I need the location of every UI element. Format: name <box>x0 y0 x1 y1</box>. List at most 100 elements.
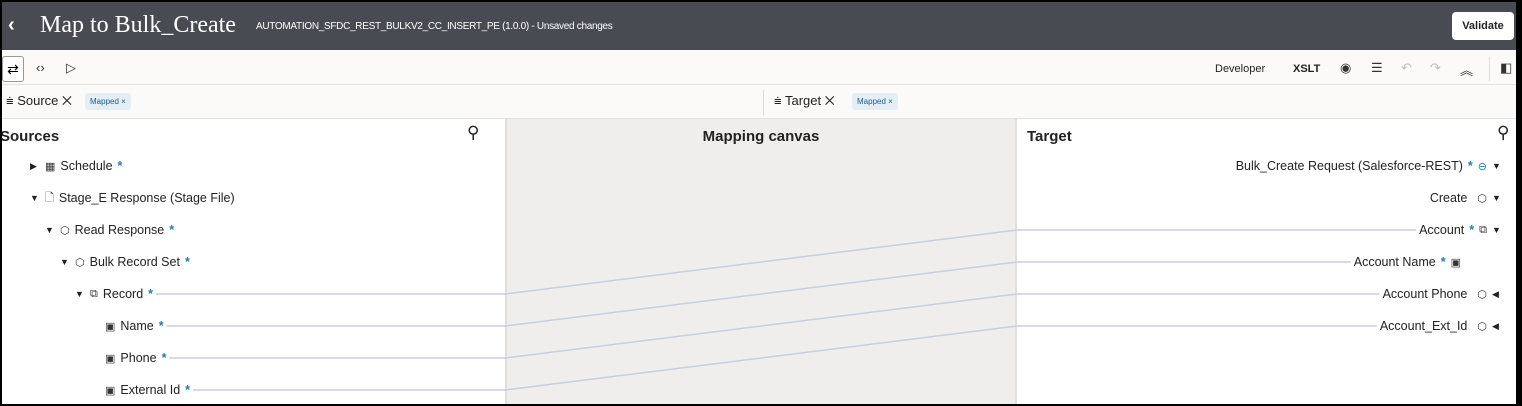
node-label: Account <box>1419 223 1465 237</box>
mapper-window: ‹ Map to Bulk_Create AUTOMATION_SFDC_RES… <box>2 2 1516 404</box>
required-marker: * <box>1469 223 1475 237</box>
node-label: Record <box>102 287 144 301</box>
chip-close-icon[interactable]: × <box>888 97 893 106</box>
panel-toggle-icon[interactable]: ◧ <box>1500 60 1512 76</box>
filter-icon: ⩧ <box>6 93 14 108</box>
node-label: Account Phone <box>1382 287 1468 301</box>
node-type-icon: 🗋 <box>45 191 54 204</box>
filter-divider <box>763 90 764 116</box>
node-type-icon: ⬡ <box>60 224 70 237</box>
view-icon[interactable]: ◉ <box>1340 60 1351 76</box>
node-label: Phone <box>120 351 157 365</box>
node-type-icon: ▣ <box>1450 256 1461 269</box>
node-label: Create <box>1429 191 1468 205</box>
expand-toggle-icon[interactable]: ▶ <box>30 161 40 172</box>
xslt-button[interactable]: XSLT <box>1293 63 1320 75</box>
node-type-icon: ▣ <box>105 384 116 397</box>
close-icon[interactable]: ✕ <box>825 93 835 108</box>
node-type-icon: ▣ <box>105 320 116 333</box>
source-tree-node[interactable]: ▼ 🗋 Stage_E Response (Stage File) <box>30 189 240 207</box>
canvas-title: Mapping canvas <box>702 128 820 145</box>
redo-icon[interactable]: ↷ <box>1430 60 1441 76</box>
source-tree-node[interactable]: ▶ ▦ Schedule * <box>30 157 122 175</box>
node-type-icon: ⬡ <box>1477 320 1487 333</box>
chip-close-icon[interactable]: × <box>121 97 126 106</box>
expand-toggle-icon[interactable]: ▼ <box>30 193 40 203</box>
mapping-canvas: Mapping canvas <box>505 119 1017 404</box>
target-filter[interactable]: ⩧ Target ✕ <box>774 93 835 109</box>
header-bar: ‹ Map to Bulk_Create AUTOMATION_SFDC_RES… <box>2 2 1516 50</box>
source-tree-node[interactable]: ▼ ⧉ Record * <box>75 285 153 303</box>
code-view-icon[interactable]: ‹› <box>36 60 45 75</box>
node-type-icon: ▦ <box>45 160 56 173</box>
undo-icon[interactable]: ↶ <box>1401 60 1412 76</box>
node-label: Account_Ext_Id <box>1379 319 1468 333</box>
chip-label: Mapped <box>857 97 886 106</box>
node-type-icon: ⬡ <box>1477 288 1487 301</box>
source-tree-node[interactable]: ▼ ⬡ Read Response * <box>45 221 174 239</box>
validate-button[interactable]: Validate <box>1452 12 1514 40</box>
sources-panel: Sources ⚲ ▶ ▦ Schedule * ▼ 🗋 Stage_E Response … <box>2 119 505 404</box>
chip-label: Mapped <box>90 97 119 106</box>
developer-button[interactable]: Developer <box>1215 63 1265 75</box>
node-label: Account Name <box>1353 255 1436 269</box>
close-icon[interactable]: ✕ <box>62 93 72 108</box>
required-marker: * <box>1467 159 1473 173</box>
source-tree-node[interactable]: ▼ ⬡ Bulk Record Set * <box>60 253 190 271</box>
target-tree-node[interactable]: Account_Ext_Id ⬡ ◀ <box>1380 317 1502 335</box>
node-label: Bulk Record Set <box>89 255 180 269</box>
collapse-icon[interactable]: ︽ <box>1460 60 1473 79</box>
source-tree-node[interactable]: ▣ External Id * <box>90 381 190 399</box>
source-tree-node[interactable]: ▣ Name * <box>90 317 164 335</box>
node-type-icon: ⬡ <box>1477 192 1487 205</box>
node-type-icon: ▣ <box>105 352 116 365</box>
filter-bar: ⩧ Source ✕ Mapped × ⩧ Target ✕ Mapped × <box>2 86 1516 119</box>
node-type-icon: ⧉ <box>1479 223 1487 236</box>
expand-toggle-icon[interactable]: ▼ <box>1492 225 1502 235</box>
expand-toggle-icon[interactable]: ◀ <box>1492 289 1502 300</box>
page-title: Map to Bulk_Create <box>40 12 236 38</box>
filter-icon: ⩧ <box>774 93 782 108</box>
integration-subtitle: AUTOMATION_SFDC_REST_BULKV2_CC_INSERT_PE… <box>256 21 613 32</box>
node-label: External Id <box>120 383 181 397</box>
target-tree-node[interactable]: Create ⬡ ▼ <box>1430 189 1502 207</box>
required-marker: * <box>1440 255 1446 269</box>
required-marker: * <box>169 223 175 237</box>
source-mapped-chip[interactable]: Mapped × <box>85 93 131 110</box>
target-tree-node[interactable]: Bulk_Create Request (Salesforce-REST) * ⊖ ▼ <box>1236 157 1502 175</box>
target-tree-node[interactable]: Account Phone ⬡ ◀ <box>1383 285 1502 303</box>
sources-title: Sources <box>2 128 60 145</box>
required-marker: * <box>117 159 123 173</box>
expand-toggle-icon[interactable]: ▼ <box>1492 193 1502 203</box>
target-title: Target <box>1027 128 1072 145</box>
node-label: Read Response <box>74 223 165 237</box>
target-panel: Target ⚲ Bulk_Create Request (Salesforce… <box>1017 119 1516 404</box>
source-tree-node[interactable]: ▣ Phone * <box>90 349 166 367</box>
node-type-icon: ⊖ <box>1477 160 1487 173</box>
node-label: Name <box>120 319 154 333</box>
search-icon[interactable]: ⚲ <box>1497 123 1509 143</box>
node-label: Stage_E Response (Stage File) <box>58 191 235 205</box>
source-filter-label: Source <box>17 93 59 108</box>
toolbar-divider <box>1489 57 1490 81</box>
required-marker: * <box>184 255 190 269</box>
search-icon[interactable]: ⚲ <box>467 123 479 143</box>
required-marker: * <box>158 319 164 333</box>
back-icon[interactable]: ‹ <box>8 14 15 37</box>
source-filter[interactable]: ⩧ Source ✕ <box>6 93 72 109</box>
node-type-icon: ⧉ <box>90 287 98 300</box>
filter-icon[interactable]: ☰ <box>1371 60 1383 76</box>
required-marker: * <box>161 351 167 365</box>
expand-toggle-icon[interactable]: ▼ <box>45 225 55 235</box>
test-run-icon[interactable]: ▷ <box>66 60 76 76</box>
expand-toggle-icon[interactable]: ▼ <box>75 289 85 299</box>
target-tree-node[interactable]: Account Name * ▣ <box>1354 253 1476 271</box>
expand-toggle-icon[interactable]: ▼ <box>1492 161 1502 171</box>
node-label: Bulk_Create Request (Salesforce-REST) <box>1235 159 1463 173</box>
target-tree-node[interactable]: Account * ⧉ ▼ <box>1419 221 1502 239</box>
mapper-view-icon[interactable]: ⇄ <box>2 56 24 82</box>
target-mapped-chip[interactable]: Mapped × <box>852 93 898 110</box>
expand-toggle-icon[interactable]: ▼ <box>60 257 70 267</box>
node-type-icon: ⬡ <box>75 256 85 269</box>
expand-toggle-icon[interactable]: ◀ <box>1492 321 1502 332</box>
